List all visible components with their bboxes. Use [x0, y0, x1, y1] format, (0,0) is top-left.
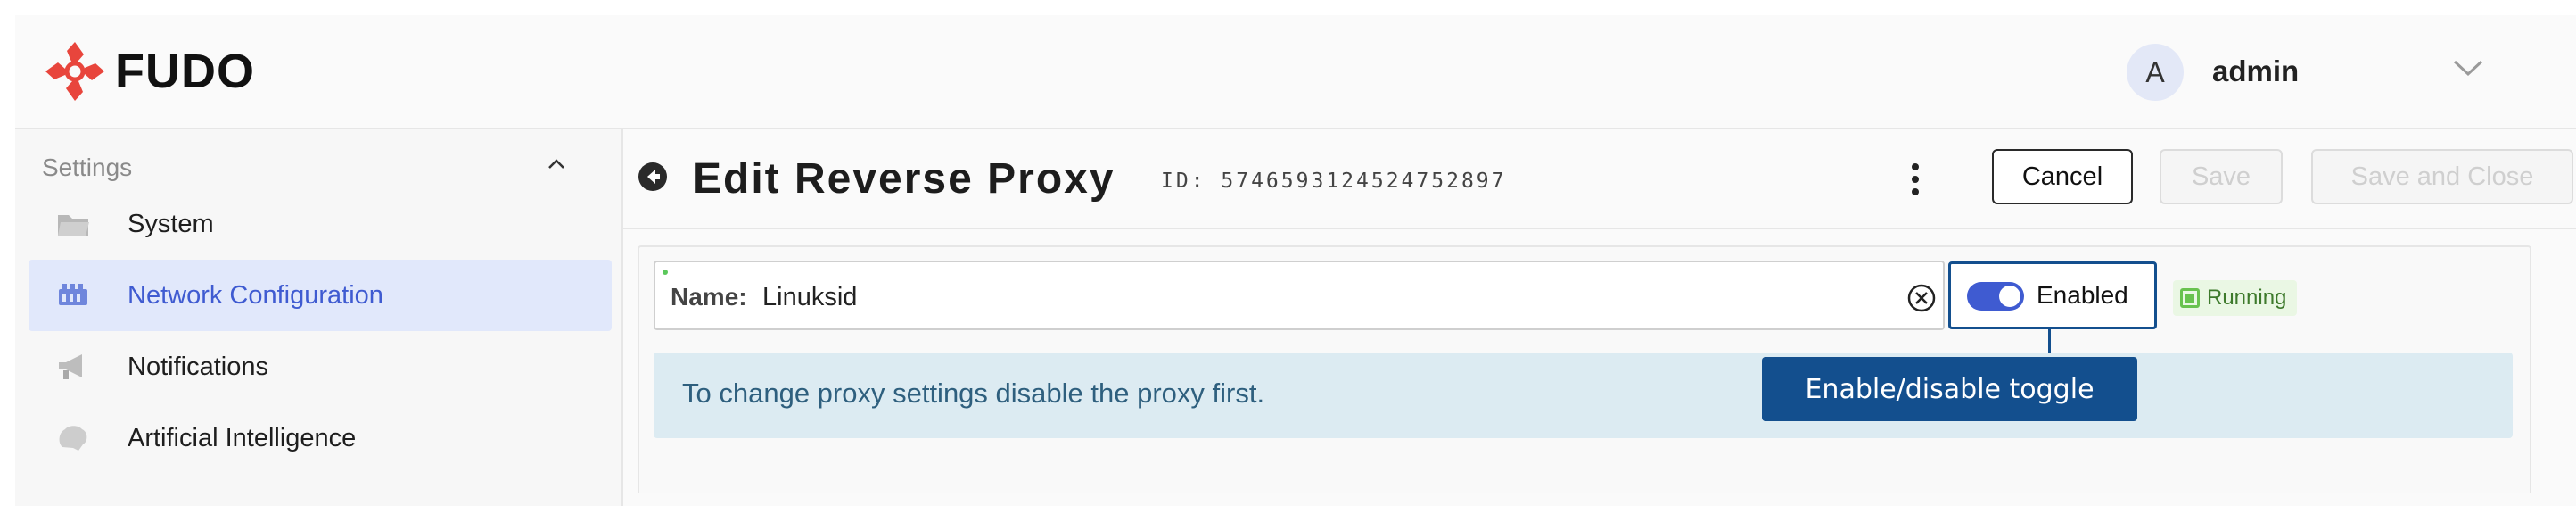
toggle-knob — [1999, 286, 2020, 307]
fudo-logo-icon — [45, 42, 104, 101]
save-button[interactable]: Save — [2160, 149, 2283, 204]
clear-icon[interactable] — [1906, 283, 1937, 313]
sidebar-item-system[interactable]: System — [29, 188, 612, 260]
save-and-close-button[interactable]: Save and Close — [2311, 149, 2573, 204]
back-arrow-icon[interactable] — [638, 162, 668, 192]
sidebar-item-network-configuration[interactable]: Network Configuration — [29, 260, 612, 331]
toggle-label: Enabled — [2037, 281, 2128, 309]
chevron-up-icon[interactable] — [547, 158, 566, 170]
status-running-icon — [2180, 288, 2200, 308]
enable-toggle[interactable]: Enabled — [1948, 261, 2157, 329]
folder-icon — [57, 210, 89, 238]
status-text: Running — [2207, 286, 2287, 310]
sidebar-item-label: Notifications — [128, 352, 268, 381]
info-banner: To change proxy settings disable the pro… — [654, 353, 2513, 438]
sidebar-item-label: Network Configuration — [128, 280, 383, 310]
page-header: Edit Reverse Proxy ID: 57465931245247528… — [623, 129, 2576, 229]
page-id: ID: 5746593124524752897 — [1161, 170, 1507, 193]
more-options-icon[interactable] — [1910, 162, 1921, 197]
sidebar-section-title[interactable]: Settings — [42, 153, 132, 182]
sidebar-item-label: Artificial Intelligence — [128, 423, 357, 452]
chevron-down-icon[interactable] — [2452, 58, 2484, 78]
fudo-logo[interactable]: FUDO — [42, 38, 255, 104]
status-badge: Running — [2173, 280, 2298, 316]
avatar[interactable]: A — [2127, 44, 2184, 101]
logo-text: FUDO — [115, 45, 255, 98]
cancel-button[interactable]: Cancel — [1992, 149, 2133, 204]
toggle-switch[interactable] — [1967, 282, 2024, 311]
sidebar: Settings System Network Configuration No… — [15, 129, 623, 506]
name-label: Name: — [671, 283, 747, 311]
sidebar-item-notifications[interactable]: Notifications — [29, 331, 612, 402]
page-title: Edit Reverse Proxy — [693, 155, 1115, 203]
megaphone-icon — [57, 353, 89, 381]
sidebar-item-artificial-intelligence[interactable]: Artificial Intelligence — [29, 402, 612, 474]
annotation-tooltip: Enable/disable toggle — [1762, 357, 2137, 421]
required-dot — [663, 270, 668, 275]
name-field[interactable]: Name: Linuksid — [654, 261, 1945, 330]
sidebar-item-label: System — [128, 209, 214, 238]
username[interactable]: admin — [2212, 54, 2299, 88]
top-bar: FUDO A admin — [15, 15, 2576, 129]
info-message: To change proxy settings disable the pro… — [682, 377, 1265, 409]
brain-icon — [57, 424, 89, 452]
name-value[interactable]: Linuksid — [762, 283, 857, 312]
network-icon — [57, 281, 89, 310]
